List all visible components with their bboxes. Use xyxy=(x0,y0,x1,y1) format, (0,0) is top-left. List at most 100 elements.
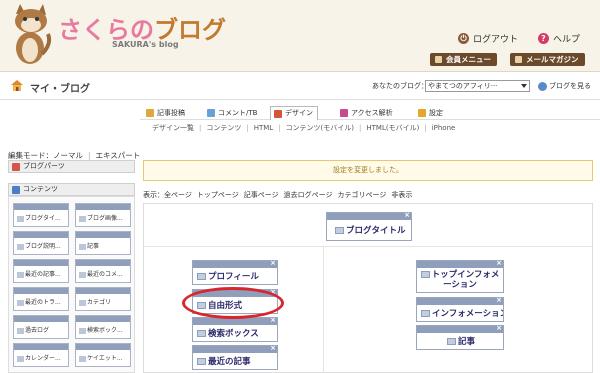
display-archive-page[interactable]: 過去ログページ xyxy=(284,191,333,199)
pencil-icon xyxy=(447,338,456,345)
close-icon[interactable]: × xyxy=(496,259,502,267)
blog-select-value: やまてつのアフィリ··· xyxy=(428,82,498,90)
contents-label: コンテンツ xyxy=(23,185,58,193)
blog-select[interactable]: やまてつのアフィリ··· xyxy=(425,80,530,92)
widget-handle[interactable]: × xyxy=(417,296,503,305)
close-icon[interactable]: × xyxy=(404,211,410,219)
close-icon[interactable]: × xyxy=(270,344,276,352)
widget-icon xyxy=(197,273,206,280)
part-recent-comments[interactable]: 最近のコメ... xyxy=(75,259,131,283)
part-label: 最近のトラ... xyxy=(25,299,61,306)
part-calendar[interactable]: カレンダー... xyxy=(13,343,69,367)
widget-information[interactable]: × インフォメーション xyxy=(416,296,504,322)
widget-search-box[interactable]: × 検索ボックス xyxy=(192,316,278,342)
widget-blog-title[interactable]: × ブログタイトル xyxy=(326,211,412,241)
design-icon xyxy=(274,110,282,118)
widget-handle[interactable]: × xyxy=(193,316,277,325)
widget-recent-articles[interactable]: × 最近の記事 xyxy=(192,344,278,370)
page-title: マイ・ブログ xyxy=(30,84,90,95)
widget-handle[interactable]: × xyxy=(327,211,411,220)
status-notice: 設定を変更しました。 xyxy=(143,160,593,181)
subnav-html-mobile[interactable]: HTML(モバイル) xyxy=(366,124,419,132)
subnav-separator: | xyxy=(359,124,362,132)
mail-magazine-button[interactable]: メールマガジン xyxy=(510,53,585,66)
comment-icon xyxy=(207,109,215,117)
part-recent-trackbacks[interactable]: 最近のトラ... xyxy=(13,287,69,311)
tab-access-analysis[interactable]: アクセス解析 xyxy=(340,107,393,119)
part-recent-articles[interactable]: 最近の記事... xyxy=(13,259,69,283)
part-diet[interactable]: ケイエット... xyxy=(75,343,131,367)
tab-design[interactable]: デザイン xyxy=(270,106,318,120)
widget-article[interactable]: × 記事 xyxy=(416,324,504,350)
close-icon[interactable]: × xyxy=(270,316,276,324)
subnav-contents-mobile[interactable]: コンテンツ(モバイル) xyxy=(286,124,354,132)
display-article-page[interactable]: 記事ページ xyxy=(244,191,279,199)
subnav-contents[interactable]: コンテンツ xyxy=(206,124,241,132)
site-header: さくらのブログ SAKURA's blog ⏻ ログアウト ? ヘルプ 会員メニ… xyxy=(0,0,600,72)
part-search-box[interactable]: 検索ボック... xyxy=(75,315,131,339)
widget-icon xyxy=(17,327,24,334)
help-link[interactable]: ? ヘルプ xyxy=(538,32,580,45)
widget-label: 最近の記事 xyxy=(208,357,251,367)
part-label: 最近のコメ... xyxy=(87,271,123,278)
tab-label: 設定 xyxy=(429,109,443,117)
part-blog-title[interactable]: ブログタイ... xyxy=(13,203,69,227)
widget-handle[interactable]: × xyxy=(417,324,503,333)
contents-parts-list: ブログタイ... ブログ画像... ブログ説明... 記事 最近の記事... 最… xyxy=(8,196,135,373)
widget-handle[interactable]: × xyxy=(193,344,277,353)
subnav-separator: | xyxy=(199,124,202,132)
pencil-icon xyxy=(146,109,154,117)
widget-icon xyxy=(79,243,86,250)
part-blog-image[interactable]: ブログ画像... xyxy=(75,203,131,227)
close-icon[interactable]: × xyxy=(496,296,502,304)
edit-mode-expert[interactable]: エキスパート xyxy=(96,151,141,160)
part-article[interactable]: 記事 xyxy=(75,231,131,255)
power-icon: ⏻ xyxy=(458,33,469,44)
widget-label: トップインフォメーション xyxy=(431,270,500,290)
display-top-page[interactable]: トップページ xyxy=(197,191,239,199)
widget-icon xyxy=(17,215,24,222)
view-blog-link[interactable]: ブログを見る xyxy=(538,81,591,91)
blog-parts-header[interactable]: ブログパーツ xyxy=(8,160,135,173)
close-icon[interactable]: × xyxy=(270,259,276,267)
part-blog-description[interactable]: ブログ説明... xyxy=(13,231,69,255)
part-category[interactable]: カテゴリ xyxy=(75,287,131,311)
widget-icon xyxy=(79,327,86,334)
widget-icon xyxy=(79,215,86,222)
help-label: ヘルプ xyxy=(553,35,581,45)
widget-icon xyxy=(79,299,86,306)
edit-mode-normal[interactable]: ノーマル xyxy=(53,151,83,160)
part-label: 過去ログ xyxy=(25,327,50,334)
close-icon[interactable]: × xyxy=(496,324,502,332)
tab-post-article[interactable]: 記事投稿 xyxy=(146,107,185,119)
member-menu-button[interactable]: 会員メニュー xyxy=(430,53,497,66)
part-label: ブログ説明... xyxy=(25,243,61,250)
display-hidden[interactable]: 非表示 xyxy=(391,191,412,199)
widget-top-information[interactable]: × トップインフォメーション xyxy=(416,259,504,293)
globe-icon xyxy=(538,81,547,91)
display-category-page[interactable]: カテゴリページ xyxy=(338,191,387,199)
tab-underline xyxy=(140,119,600,120)
logout-link[interactable]: ⏻ ログアウト xyxy=(458,32,518,45)
part-label: ケイエット... xyxy=(87,355,123,362)
part-label: 最近の記事... xyxy=(25,271,61,278)
subnav-iphone[interactable]: iPhone xyxy=(432,124,456,132)
part-label: 記事 xyxy=(87,243,100,250)
tab-settings[interactable]: 設定 xyxy=(418,107,443,119)
part-archive[interactable]: 過去ログ xyxy=(13,315,69,339)
tab-label: デザイン xyxy=(285,109,313,117)
settings-icon xyxy=(418,109,426,117)
subnav-html[interactable]: HTML xyxy=(254,124,273,132)
subnav-separator: | xyxy=(424,124,427,132)
widget-handle[interactable]: × xyxy=(417,259,503,268)
subnav-separator: | xyxy=(246,124,249,132)
widget-icon xyxy=(420,271,430,278)
contents-header[interactable]: コンテンツ xyxy=(8,183,135,196)
mail-magazine-label: メールマガジン xyxy=(526,55,579,64)
display-all-pages[interactable]: 全ページ xyxy=(164,191,192,199)
design-subnav: デザイン一覧 | コンテンツ | HTML | コンテンツ(モバイル) | HTML(モバイル)… xyxy=(152,123,455,133)
subnav-design-list[interactable]: デザイン一覧 xyxy=(152,124,194,132)
widget-profile[interactable]: × プロフィール xyxy=(192,259,278,285)
widget-handle[interactable]: × xyxy=(193,259,277,268)
tab-comment-tb[interactable]: コメント/TB xyxy=(207,107,257,119)
